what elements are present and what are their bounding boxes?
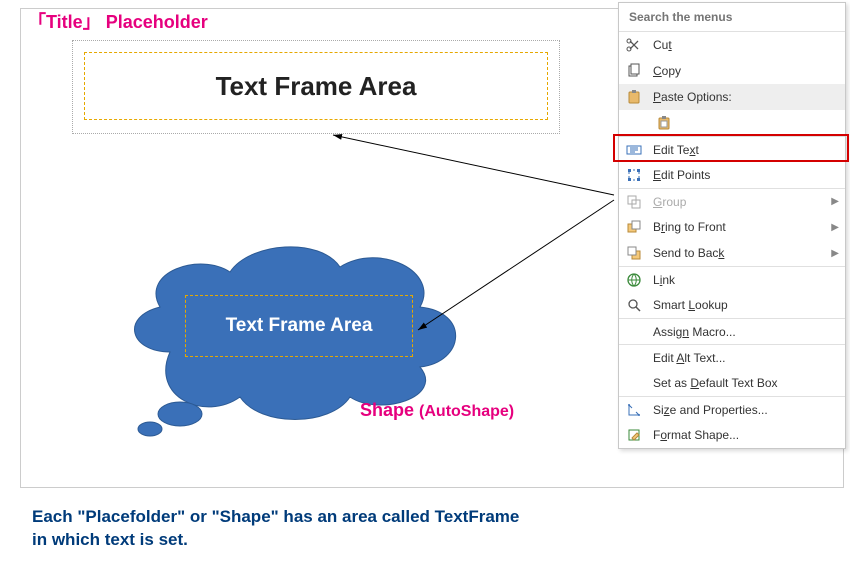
submenu-arrow-icon: ▶ xyxy=(831,248,839,259)
format-shape-icon xyxy=(625,426,643,444)
menu-item-send_back[interactable]: Send to Back ▶ xyxy=(619,240,845,266)
menu-item-label: Group xyxy=(653,195,827,209)
menu-item-bring_front[interactable]: Bring to Front ▶ xyxy=(619,214,845,240)
menu-item-label: Assign Macro... xyxy=(653,325,839,339)
menu-item-label: Link xyxy=(653,273,839,287)
submenu-arrow-icon: ▶ xyxy=(831,196,839,207)
menu-item-size_props[interactable]: Size and Properties... xyxy=(619,396,845,422)
menu-item-label: Set as Default Text Box xyxy=(653,376,839,390)
clipboard-icon xyxy=(655,114,673,132)
smart-lookup-icon xyxy=(625,296,643,314)
size-props-icon xyxy=(625,401,643,419)
menu-item-edit_text[interactable]: Edit Text xyxy=(619,136,845,162)
menu-item-assign_macro[interactable]: Assign Macro... xyxy=(619,318,845,344)
link-icon xyxy=(625,271,643,289)
edit-points-icon xyxy=(625,166,643,184)
text-frame-label: Text Frame Area xyxy=(216,71,417,102)
menu-item-group: Group ▶ xyxy=(619,188,845,214)
bring-front-icon xyxy=(625,218,643,236)
text-frame-area-title: Text Frame Area xyxy=(84,52,548,120)
menu-item-label: Cut xyxy=(653,38,839,52)
paste-icon xyxy=(625,88,643,106)
blank-icon xyxy=(625,374,643,392)
menu-item-label: Edit Points xyxy=(653,168,839,182)
menu-item-label: Size and Properties... xyxy=(653,403,839,417)
menu-item-edit_alt[interactable]: Edit Alt Text... xyxy=(619,344,845,370)
menu-item-label: Send to Back xyxy=(653,246,827,260)
menu-item-label: Edit Text xyxy=(653,143,839,157)
copy-icon xyxy=(625,62,643,80)
submenu-arrow-icon: ▶ xyxy=(831,222,839,233)
menu-item-cut[interactable]: Cut xyxy=(619,32,845,58)
menu-item-label: Edit Alt Text... xyxy=(653,351,839,365)
caption-text: Each "Placefolder" or "Shape" has an are… xyxy=(32,506,519,552)
blank-icon xyxy=(625,323,643,341)
menu-item-label: Smart Lookup xyxy=(653,298,839,312)
menu-search-box[interactable] xyxy=(619,3,845,32)
title-placeholder-label: 「Title」 Placeholder xyxy=(28,8,208,34)
menu-item-label: Paste Options: xyxy=(653,90,839,104)
menu-item-link[interactable]: Link xyxy=(619,266,845,292)
menu-item-label: Copy xyxy=(653,64,839,78)
group-icon xyxy=(625,193,643,211)
search-input[interactable] xyxy=(627,9,837,25)
text-frame-label: Text Frame Area xyxy=(226,315,373,337)
menu-item-set_default[interactable]: Set as Default Text Box xyxy=(619,370,845,396)
shape-autoshape-label: Shape (AutoShape) xyxy=(360,400,514,421)
send-back-icon xyxy=(625,244,643,262)
text-frame-area-shape: Text Frame Area xyxy=(185,295,413,357)
menu-item-label: Format Shape... xyxy=(653,428,839,442)
blank-icon xyxy=(625,349,643,367)
context-menu: Cut Copy Paste Options: Edit Text Edit Point… xyxy=(618,2,846,449)
menu-item-smart_lookup[interactable]: Smart Lookup xyxy=(619,292,845,318)
edit-text-icon xyxy=(625,141,643,159)
menu-item-edit_points[interactable]: Edit Points xyxy=(619,162,845,188)
menu-item-copy[interactable]: Copy xyxy=(619,58,845,84)
menu-item-paste[interactable]: Paste Options: xyxy=(619,84,845,110)
menu-item-label: Bring to Front xyxy=(653,220,827,234)
menu-item-paste_clipboard[interactable] xyxy=(619,110,845,136)
menu-item-format_shape[interactable]: Format Shape... xyxy=(619,422,845,448)
scissors-icon xyxy=(625,36,643,54)
